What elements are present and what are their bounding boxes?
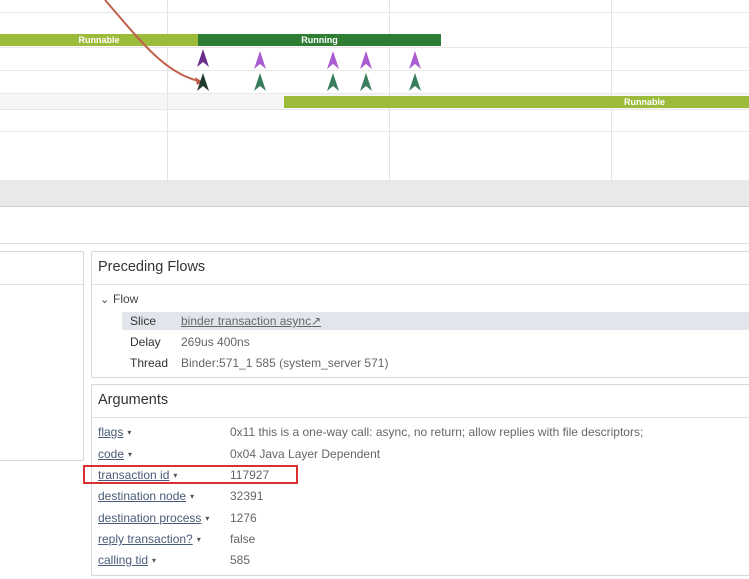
arg-row-calling-tid: calling tid ▾ 585 [92,550,749,570]
instant-marker-icon[interactable] [254,51,266,69]
flow-key: Delay [130,335,161,349]
arg-key-menu[interactable]: destination node ▾ [98,486,194,507]
annotation-highlight-box [83,465,298,484]
arg-value: false [230,532,256,546]
arg-key-menu[interactable]: calling tid ▾ [98,550,156,571]
flow-row-slice: Slice binder transaction async↗ [122,312,749,330]
flow-label: Flow [113,292,139,306]
flow-row-thread: Thread Binder:571_1 585 (system_server 5… [122,354,749,372]
instant-marker-icon[interactable] [197,73,209,91]
flow-row-delay: Delay 269us 400ns [122,333,749,351]
arg-row-flags: flags ▾ 0x11 this is a one-way call: asyn… [92,422,749,442]
arg-key-menu[interactable]: destination process ▾ [98,508,209,529]
instant-marker-icon[interactable] [327,73,339,91]
instant-marker-icon[interactable] [409,51,421,69]
flow-value: Binder:571_1 585 (system_server 571) [181,356,389,370]
caret-down-icon: ▾ [190,491,195,501]
panel-resize-handle[interactable] [0,180,749,207]
arg-value: 0x04 Java Layer Dependent [230,447,381,461]
caret-down-icon: ▾ [205,513,210,523]
arg-row-code: code ▾ 0x04 Java Layer Dependent [92,444,749,464]
flow-value: 269us 400ns [181,335,250,349]
card-divider [0,284,83,285]
external-link-icon: ↗ [311,314,322,328]
card-divider [92,417,749,418]
slice-details-card [0,251,84,461]
caret-down-icon: ▾ [196,534,201,544]
slice-link[interactable]: binder transaction async↗ [181,312,321,330]
instant-marker-icon[interactable] [360,73,372,91]
chevron-down-icon: ⌄ [100,294,110,306]
flow-key: Slice [130,314,157,328]
arg-key-menu[interactable]: flags ▾ [98,422,131,443]
instant-marker-icon[interactable] [409,73,421,91]
details-header [0,207,749,244]
arg-key-menu[interactable]: reply transaction? ▾ [98,529,201,550]
caret-down-icon: ▾ [152,555,157,565]
arg-value: 0x11 this is a one-way call: async, no r… [230,425,644,439]
arg-key-menu[interactable]: code ▾ [98,444,132,465]
caret-down-icon: ▾ [128,449,133,459]
card-divider [92,284,749,285]
instant-marker-icon[interactable] [254,73,266,91]
arg-value: 32391 [230,489,264,503]
arg-value: 1276 [230,511,257,525]
arg-row-reply-transaction: reply transaction? ▾ false [92,529,749,549]
instant-marker-icon[interactable] [197,49,209,67]
timeline-panel[interactable]: Runnable Running Runnable [0,0,749,180]
arg-value: 585 [230,553,251,567]
flow-key: Thread [130,356,169,370]
preceding-flows-title: Preceding Flows [98,259,206,275]
flow-toggle[interactable]: ⌄ Flow [100,292,138,306]
arg-row-destination-node: destination node ▾ 32391 [92,486,749,506]
instant-marker-icon[interactable] [360,51,372,69]
caret-down-icon: ▾ [127,427,132,437]
instant-marker-icon[interactable] [327,51,339,69]
arguments-title: Arguments [98,392,169,408]
arg-row-destination-process: destination process ▾ 1276 [92,508,749,528]
preceding-flows-card: Preceding Flows ⌄ Flow Slice binder trans… [91,251,749,378]
flow-arrow-icon [104,0,204,85]
